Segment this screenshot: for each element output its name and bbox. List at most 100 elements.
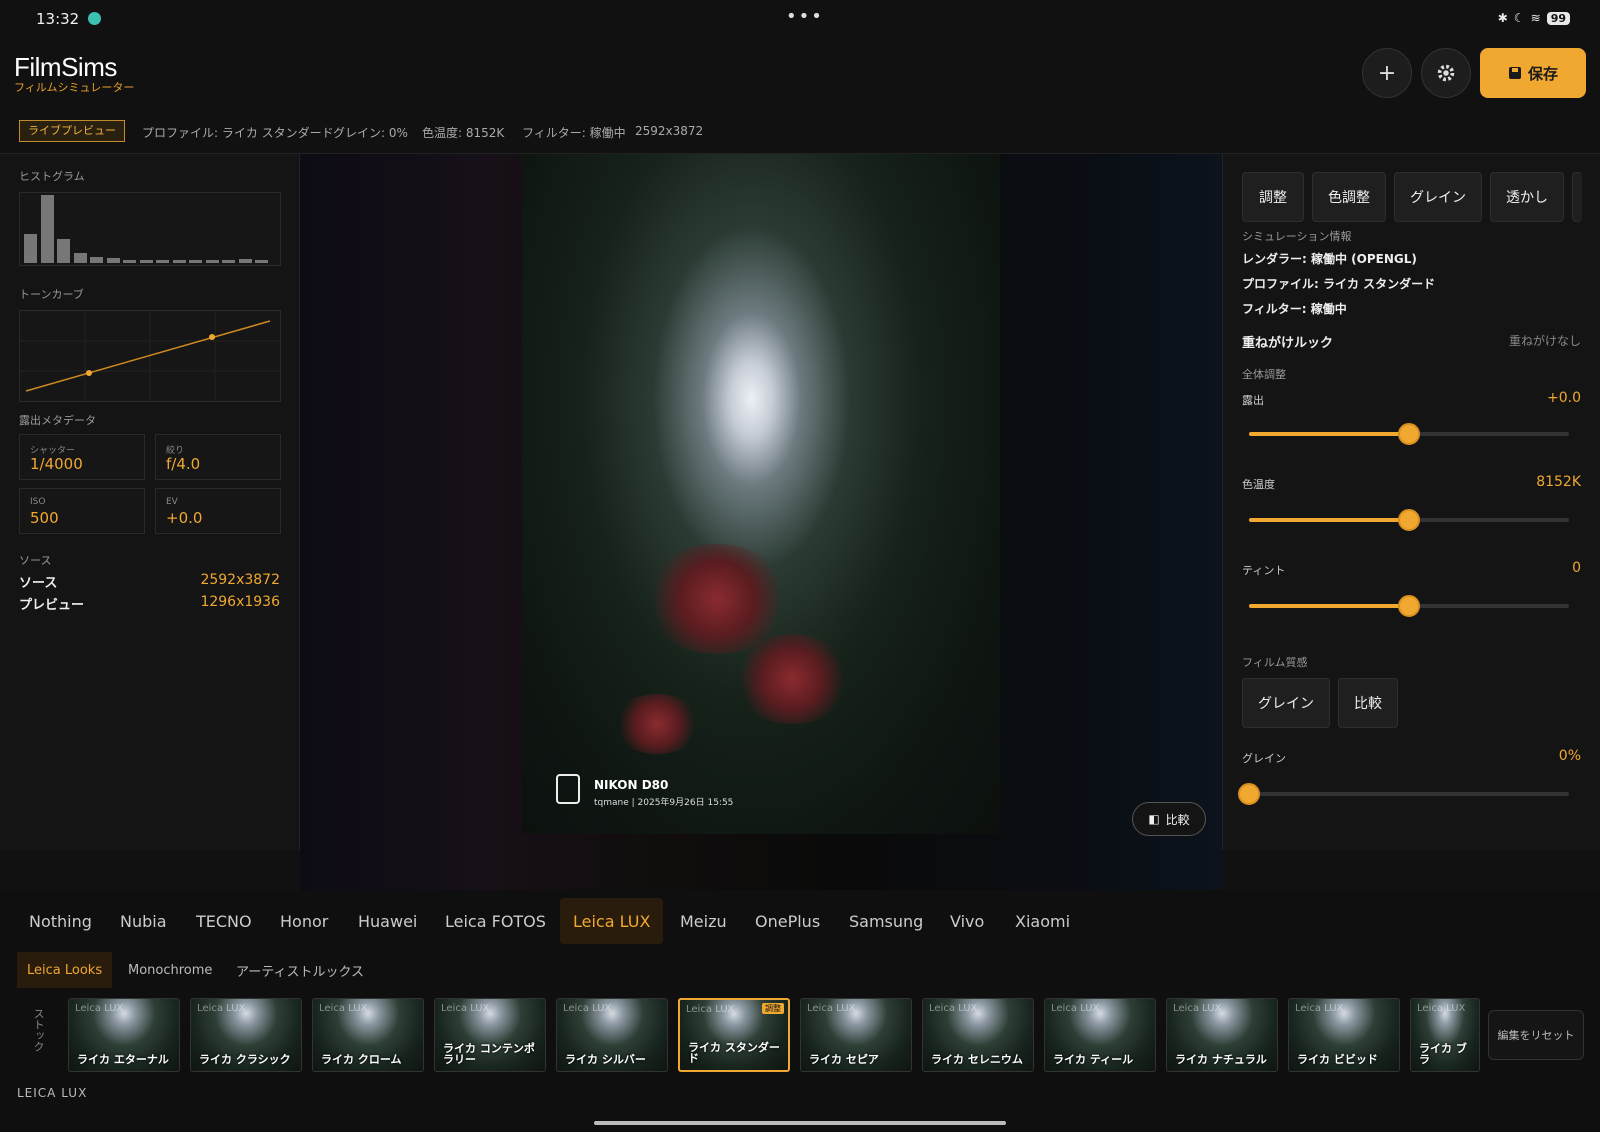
gear-icon: [1437, 64, 1455, 82]
slider-knob[interactable]: [1398, 423, 1420, 445]
preview-image[interactable]: NIKON D80 tqmane | 2025年9月26日 15:55: [522, 154, 1000, 834]
category-tab-active[interactable]: Leica Looks: [17, 952, 113, 988]
temp-key: 色温度: [1242, 478, 1275, 491]
brand-tab[interactable]: Leica FOTOS: [432, 898, 559, 944]
tab-label: 調整: [1259, 190, 1287, 206]
info-strip: ライブプレビュー プロファイル: ライカ スタンダード グレイン: 0% 色温度…: [0, 116, 1600, 154]
brand-label: Samsung: [849, 911, 924, 931]
camera-icon: [556, 774, 580, 804]
brand-label: Nubia: [120, 911, 167, 931]
app-indicator-icon: [88, 12, 101, 25]
exposure-slider[interactable]: [1249, 423, 1569, 445]
profile-info: プロファイル: ライカ スタンダード: [1242, 277, 1436, 291]
tonecurve-label: トーンカーブ: [19, 288, 84, 301]
category-tab[interactable]: Monochrome: [118, 952, 222, 988]
iso-key: ISO: [30, 497, 46, 507]
iso-value: 500: [30, 509, 59, 527]
brand-tab[interactable]: Vivo: [937, 898, 997, 944]
tab-adjust[interactable]: 調整: [1242, 172, 1304, 222]
look-thumbnail[interactable]: Leica LUX ライカ ビビッド: [1288, 998, 1400, 1072]
preview-area: NIKON D80 tqmane | 2025年9月26日 15:55: [300, 154, 1222, 890]
tab-overflow[interactable]: [1572, 172, 1582, 222]
left-panel: ヒストグラム トーンカーブ 露出メタデータ シャッター 1/4000 絞り f/…: [0, 154, 300, 850]
thumbnail-brand: Leica LUX: [563, 1003, 612, 1014]
save-button[interactable]: 保存: [1480, 48, 1586, 98]
histogram-bar: [40, 195, 54, 263]
look-thumbnail[interactable]: Leica LUX ライカ セピア: [800, 998, 912, 1072]
look-thumbnail[interactable]: Leica LUX ライカ ナチュラル: [1166, 998, 1278, 1072]
thumbnail-brand: Leica LUX: [1417, 1003, 1466, 1014]
ev-box: EV +0.0: [155, 488, 281, 534]
brand-tab[interactable]: OnePlus: [742, 898, 833, 944]
film-compare-button[interactable]: 比較: [1338, 678, 1398, 728]
look-thumbnail[interactable]: Leica LUX ライカ コンテンポラリー: [434, 998, 546, 1072]
look-thumbnail[interactable]: Leica LUX ライカ クラシック: [190, 998, 302, 1072]
brand-tab[interactable]: Huawei: [345, 898, 430, 944]
tab-color[interactable]: 色調整: [1312, 172, 1386, 222]
thumbnail-name: ライカ ビビッド: [1297, 1053, 1378, 1066]
slider-fill: [1249, 518, 1409, 522]
histogram-bar: [156, 260, 169, 263]
brand-tab-active[interactable]: Leica LUX: [560, 898, 664, 944]
brand-label: Xiaomi: [1015, 911, 1071, 931]
slider-knob[interactable]: [1398, 595, 1420, 617]
brand-tab[interactable]: Honor: [267, 898, 341, 944]
brand-tab[interactable]: Nothing: [16, 898, 105, 944]
brand-tab[interactable]: TECNO: [183, 898, 265, 944]
look-thumbnail-active[interactable]: Leica LUX ライカ スタンダード 調整: [678, 998, 790, 1072]
compare-button[interactable]: ◧ 比較: [1132, 802, 1206, 836]
category-tab[interactable]: アーティストルックス: [226, 952, 374, 988]
tone-curve[interactable]: [19, 310, 281, 402]
category-label: Leica Looks: [27, 962, 103, 978]
histogram: [19, 192, 281, 266]
overlay-look-value[interactable]: 重ねがけなし: [1509, 332, 1581, 349]
add-button[interactable]: +: [1362, 48, 1412, 98]
grain-button[interactable]: グレイン: [1242, 678, 1330, 728]
brand-label: OnePlus: [755, 911, 821, 931]
compare-label: 比較: [1165, 812, 1190, 827]
window-menu-icon[interactable]: •••: [786, 6, 824, 27]
category-label: アーティストルックス: [236, 964, 365, 980]
look-thumbnail[interactable]: Leica LUX ライカ ティール: [1044, 998, 1156, 1072]
brand-tab[interactable]: Samsung: [836, 898, 936, 944]
home-indicator[interactable]: [594, 1121, 1006, 1125]
slider-knob[interactable]: [1398, 509, 1420, 531]
tab-grain[interactable]: グレイン: [1394, 172, 1482, 222]
slider-fill: [1249, 432, 1409, 436]
histogram-bar: [238, 259, 252, 263]
reset-edits-button[interactable]: 編集をリセット: [1488, 1010, 1584, 1060]
brand-tab[interactable]: Meizu: [667, 898, 740, 944]
overlay-look-key: 重ねがけルック: [1242, 336, 1334, 351]
temp-slider[interactable]: [1249, 509, 1569, 531]
brand-label: Meizu: [680, 911, 727, 931]
battery-icon: 99: [1546, 11, 1570, 25]
look-thumbnail[interactable]: Leica LUX ライカ ブラ: [1410, 998, 1480, 1072]
histogram-bar: [139, 260, 153, 263]
source-section-label: ソース: [19, 554, 52, 567]
exposure-meta-label: 露出メタデータ: [19, 414, 96, 427]
grain-slider[interactable]: [1238, 783, 1569, 805]
look-thumbnail[interactable]: Leica LUX ライカ エターナル: [68, 998, 180, 1072]
flower-shape: [732, 634, 852, 724]
look-thumbnail[interactable]: Leica LUX ライカ セレニウム: [922, 998, 1034, 1072]
thumbnail-name: ライカ ティール: [1053, 1053, 1134, 1066]
histogram-bar: [106, 258, 120, 263]
app-root: 13:32 ••• ✱ ☾ ≋ 99 FilmSims フィルムシミュレーター …: [0, 0, 1600, 1132]
brand-tab[interactable]: Xiaomi: [1002, 898, 1083, 944]
info-temp: 色温度: 8152K: [422, 126, 505, 140]
slider-knob[interactable]: [1238, 783, 1260, 805]
tab-label: グレイン: [1410, 190, 1466, 206]
look-thumbnail[interactable]: Leica LUX ライカ クローム: [312, 998, 424, 1072]
reset-label: 編集をリセット: [1497, 1029, 1575, 1042]
tab-watermark[interactable]: 透かし: [1490, 172, 1564, 222]
tint-slider[interactable]: [1249, 595, 1569, 617]
look-thumbnail[interactable]: Leica LUX ライカ シルバー: [556, 998, 668, 1072]
global-adjust-label: 全体調整: [1242, 368, 1286, 381]
settings-button[interactable]: [1421, 48, 1471, 98]
thumbnail-brand: Leica LUX: [1051, 1003, 1100, 1014]
preview-key: プレビュー: [19, 598, 85, 613]
thumbnail-brand: Leica LUX: [197, 1003, 246, 1014]
brand-tab[interactable]: Nubia: [107, 898, 180, 944]
adjusted-badge: 調整: [762, 1003, 784, 1014]
iso-box: ISO 500: [19, 488, 145, 534]
